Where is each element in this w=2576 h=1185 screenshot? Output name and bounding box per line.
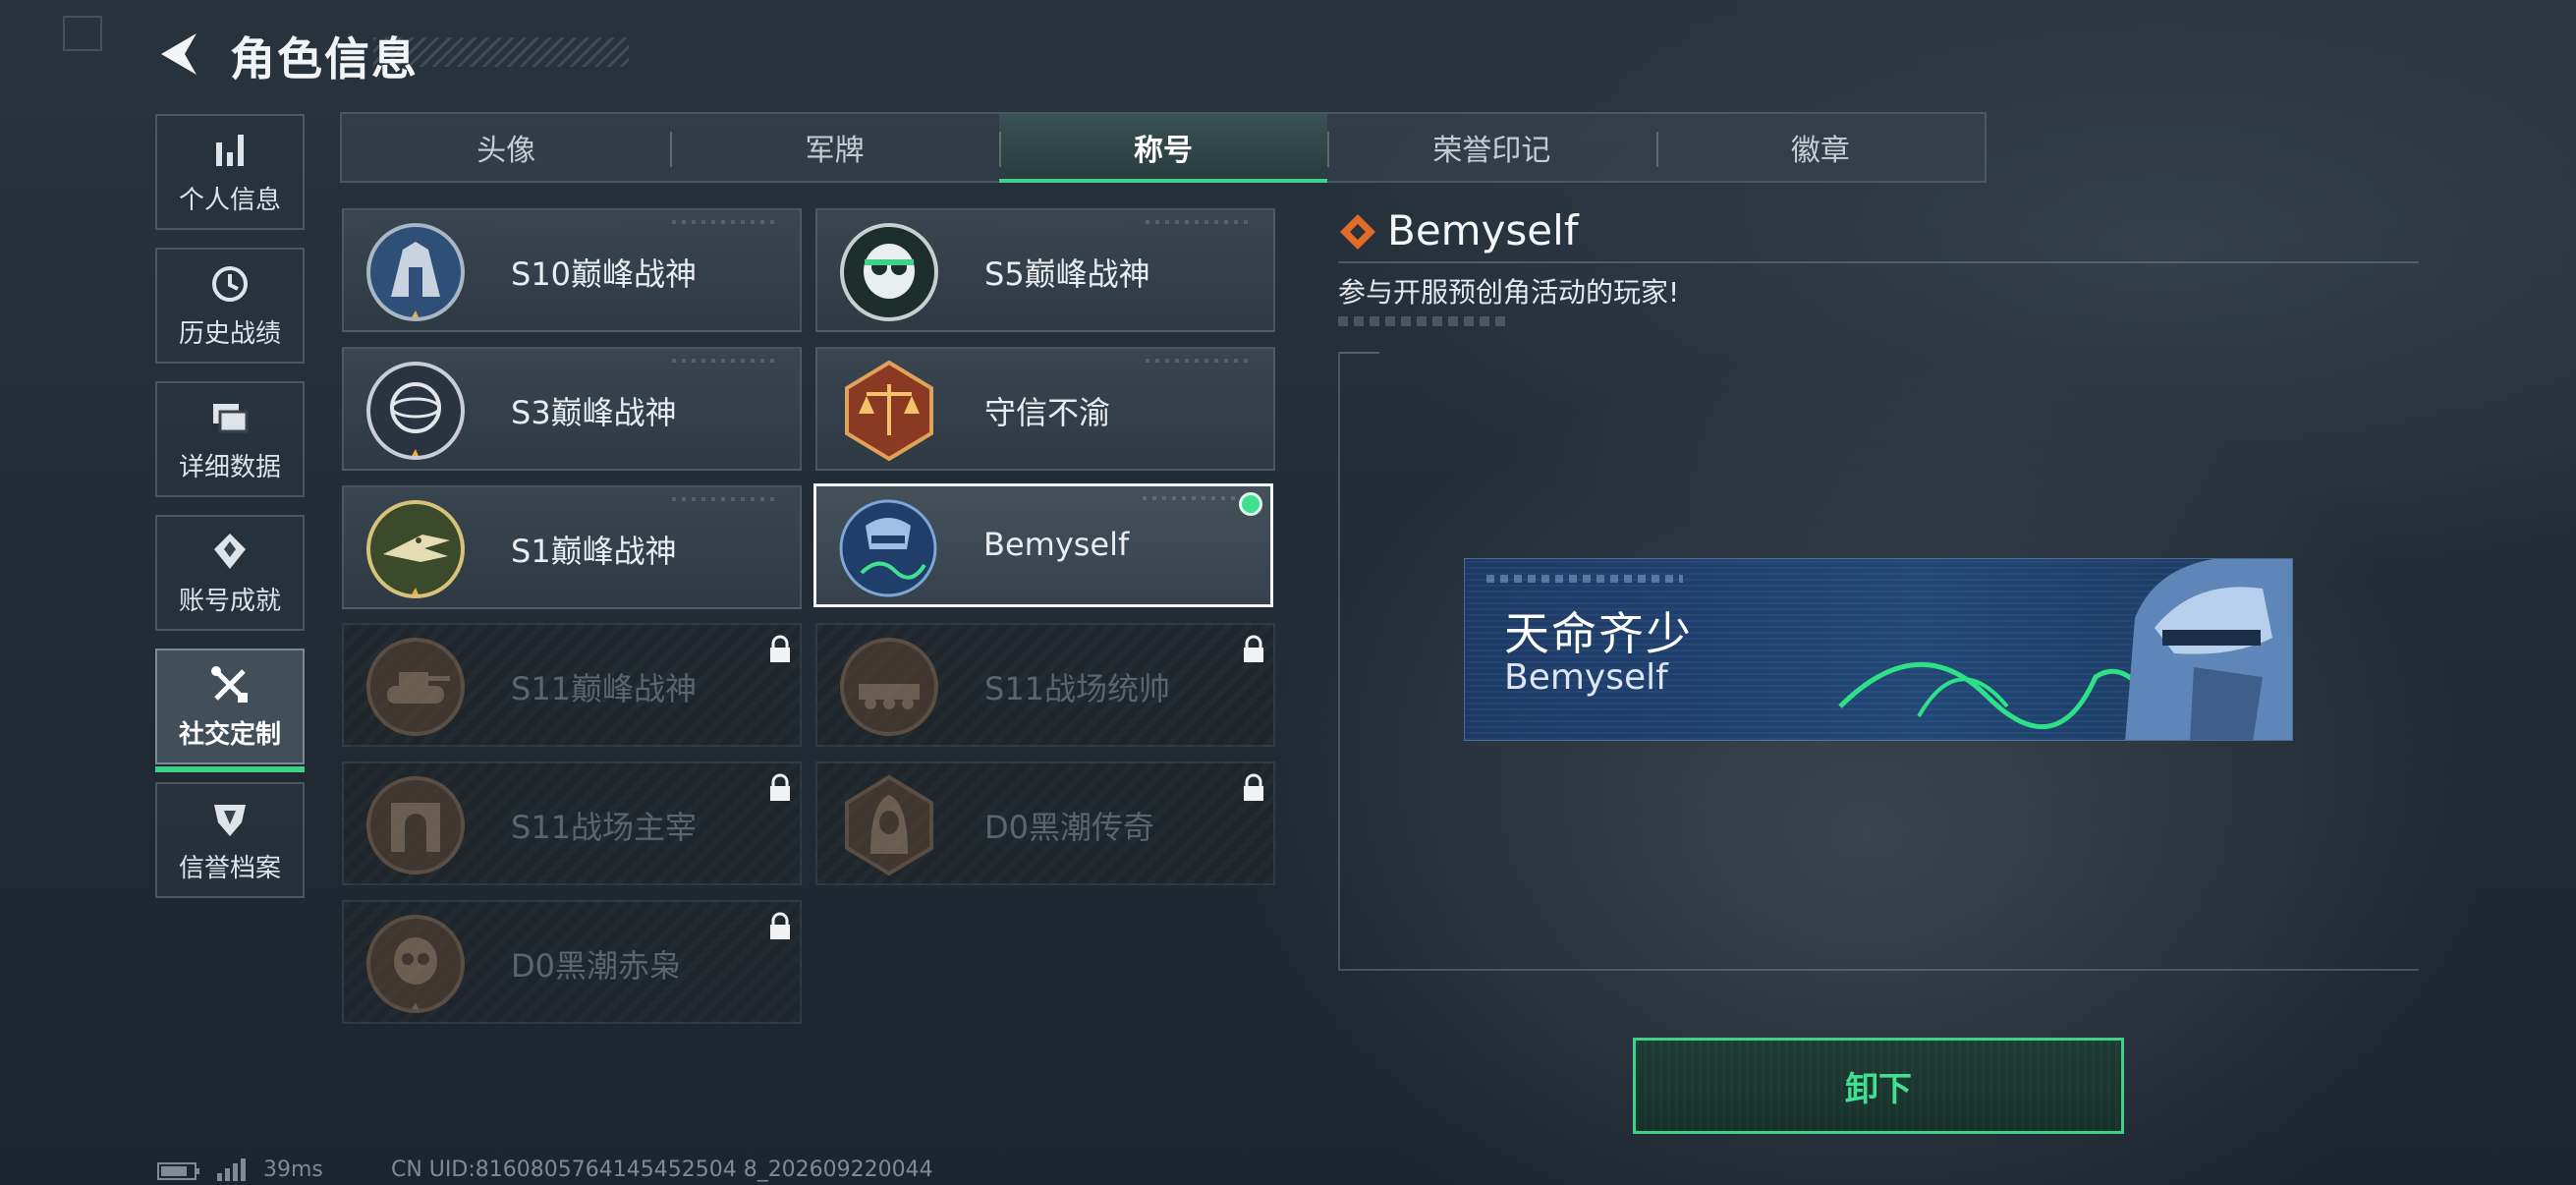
sidebar-item-social-customization[interactable]: 社交定制 xyxy=(155,649,305,772)
history-clock-icon xyxy=(212,265,248,302)
lock-icon xyxy=(770,773,790,801)
tab-honor-mark[interactable]: 荣誉印记 xyxy=(1327,114,1655,181)
s11-tank-emblem-icon xyxy=(366,638,465,736)
sidebar-item-label: 社交定制 xyxy=(178,719,281,750)
title-card-s11-commander[interactable]: S11战场统帅 xyxy=(815,623,1275,747)
sidebar-item-label: 历史战绩 xyxy=(178,318,281,349)
detail-decoration xyxy=(1338,316,1505,326)
card-decoration xyxy=(1146,220,1254,224)
tab-title[interactable]: 称号 xyxy=(998,114,1328,183)
sidebar-item-achievements[interactable]: 账号成就 xyxy=(155,515,305,631)
title-card-s11-dominator[interactable]: S11战场主宰 xyxy=(342,762,802,885)
corner-decoration xyxy=(63,16,102,51)
title-card-d0-legend[interactable]: D0黑潮传奇 xyxy=(815,762,1275,885)
achievement-emblem-icon xyxy=(214,533,246,569)
sidebar-item-label: 账号成就 xyxy=(178,586,281,616)
title-diamond-icon xyxy=(1340,214,1375,250)
card-decoration xyxy=(672,359,780,363)
signal-icon xyxy=(217,1158,246,1181)
sidebar-item-label: 个人信息 xyxy=(178,185,281,215)
category-tabs: 头像 军牌 称号 荣誉印记 徽章 xyxy=(340,112,1987,183)
title-label: S1巅峰战神 xyxy=(511,533,677,570)
selected-title-description: 参与开服预创角活动的玩家! xyxy=(1338,276,1680,309)
title-card-s11-peak[interactable]: S11巅峰战神 xyxy=(342,623,802,747)
title-label: S11战场主宰 xyxy=(511,809,698,846)
scales-emblem-icon xyxy=(845,360,933,462)
bemyself-soldier-emblem-icon xyxy=(839,499,937,597)
banner-decoration xyxy=(1486,575,1683,583)
title-card-s10-peak[interactable]: S10巅峰战神 xyxy=(342,208,802,332)
lock-icon xyxy=(770,635,790,662)
title-label: Bemyself xyxy=(983,526,1130,563)
title-label: 守信不渝 xyxy=(984,394,1111,431)
selected-title-name: Bemyself xyxy=(1387,206,1579,254)
title-label: D0黑潮赤枭 xyxy=(511,947,682,985)
d0-hooded-emblem-icon xyxy=(845,774,933,876)
title-label: S3巅峰战神 xyxy=(511,394,677,431)
title-label: D0黑潮传奇 xyxy=(984,809,1155,846)
shield-badge-icon xyxy=(214,804,246,836)
tab-dog-tag[interactable]: 军牌 xyxy=(670,114,998,181)
title-card-trustworthy[interactable]: 守信不渝 xyxy=(815,347,1275,471)
title-banner-preview: 天命齐少 Bemyself xyxy=(1464,558,2293,741)
title-card-s5-peak[interactable]: S5巅峰战神 xyxy=(815,208,1275,332)
bar-chart-icon xyxy=(216,134,244,166)
s11-arch-emblem-icon xyxy=(366,776,465,875)
sidebar-item-label: 详细数据 xyxy=(178,452,281,482)
title-card-s3-peak[interactable]: S3巅峰战神 xyxy=(342,347,802,471)
tools-icon xyxy=(211,665,248,703)
card-decoration xyxy=(672,220,780,224)
s5-skull-emblem-icon xyxy=(840,223,938,321)
title-label: S5巅峰战神 xyxy=(984,255,1150,293)
card-decoration xyxy=(1143,496,1251,500)
card-decoration xyxy=(1146,359,1254,363)
s1-crocodile-emblem-icon xyxy=(366,500,465,598)
sidebar-item-credit-record[interactable]: 信誉档案 xyxy=(155,782,305,898)
tab-avatar[interactable]: 头像 xyxy=(342,114,670,181)
lock-icon xyxy=(1244,635,1263,662)
active-indicator xyxy=(155,766,305,772)
sidebar-item-label: 信誉档案 xyxy=(178,853,281,883)
sidebar-item-history[interactable]: 历史战绩 xyxy=(155,248,305,364)
s11-vehicle-emblem-icon xyxy=(840,638,938,736)
title-decoration xyxy=(373,37,629,67)
ping-readout: 39ms xyxy=(263,1157,323,1182)
back-arrow-icon xyxy=(161,33,196,75)
back-button[interactable] xyxy=(155,29,204,79)
banner-subtitle: Bemyself xyxy=(1504,657,1668,698)
sidebar-item-personal-info[interactable]: 个人信息 xyxy=(155,114,305,230)
card-decoration xyxy=(672,497,780,501)
banner-title: 天命齐少 xyxy=(1504,607,1693,660)
lock-icon xyxy=(1244,773,1263,801)
s3-globe-emblem-icon xyxy=(366,362,465,460)
s10-peak-emblem-icon xyxy=(366,223,465,321)
title-card-s1-peak[interactable]: S1巅峰战神 xyxy=(342,485,802,609)
folder-stack-icon xyxy=(213,403,249,432)
tab-badge[interactable]: 徽章 xyxy=(1655,114,1985,181)
equipped-indicator xyxy=(1239,492,1262,516)
title-label: S11战场统帅 xyxy=(984,670,1171,707)
title-card-d0-owl[interactable]: D0黑潮赤枭 xyxy=(342,900,802,1024)
title-card-bemyself[interactable]: Bemyself xyxy=(813,483,1273,607)
player-uid: CN UID:8160805764145452504 8_20260922004… xyxy=(391,1157,933,1182)
unequip-button[interactable]: 卸下 xyxy=(1633,1038,2124,1134)
lock-icon xyxy=(770,912,790,939)
sidebar-item-detailed-data[interactable]: 详细数据 xyxy=(155,381,305,497)
battery-icon xyxy=(157,1162,199,1180)
divider xyxy=(1338,261,2419,263)
title-label: S11巅峰战神 xyxy=(511,670,698,707)
title-label: S10巅峰战神 xyxy=(511,255,698,293)
d0-skull-emblem-icon xyxy=(366,915,465,1013)
soldier-signature-art-icon xyxy=(1838,559,2292,740)
